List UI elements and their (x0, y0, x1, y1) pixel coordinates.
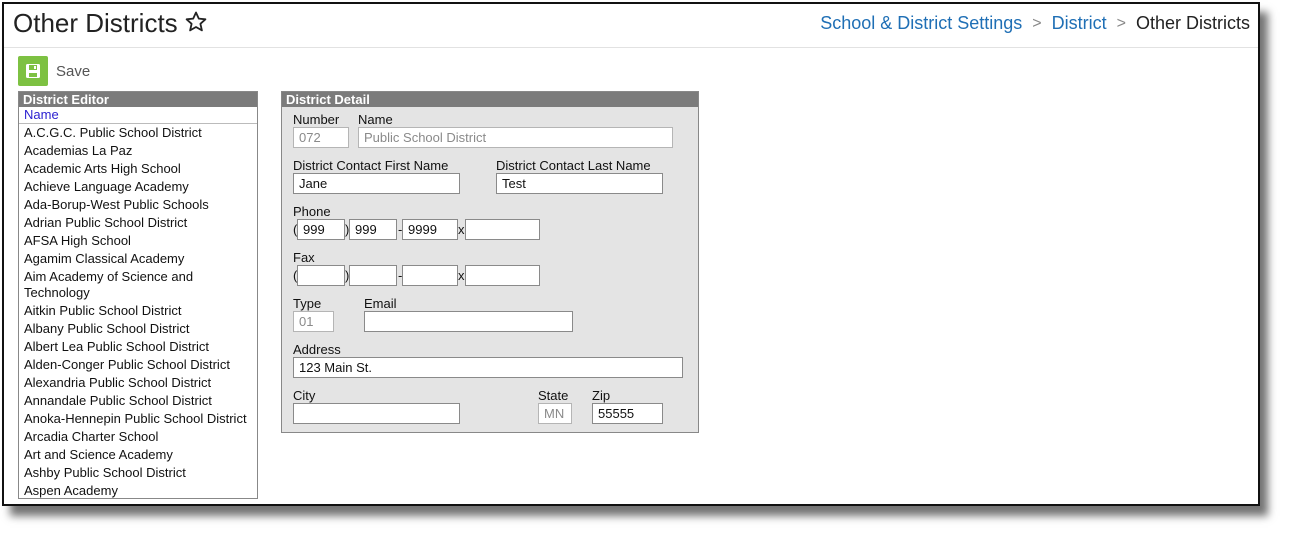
contact-first-name-label: District Contact First Name (293, 158, 449, 173)
district-editor-title: District Editor (19, 92, 257, 107)
phone-prefix-field[interactable] (349, 219, 397, 240)
fax-extension-field[interactable] (465, 265, 540, 286)
list-item[interactable]: Academias La Paz (19, 142, 257, 160)
email-field[interactable] (364, 311, 573, 332)
list-item[interactable]: Arcadia Charter School (19, 428, 257, 446)
type-label: Type (293, 296, 322, 311)
fax-prefix-field[interactable] (349, 265, 397, 286)
chevron-right-icon: > (1032, 14, 1042, 32)
page-title: Other Districts (13, 8, 178, 38)
district-detail-panel: District Detail Number Name District Con… (281, 91, 699, 433)
breadcrumb: School & District Settings > District > … (820, 13, 1250, 34)
list-item[interactable]: Art and Science Academy (19, 446, 257, 464)
fax-label: Fax (293, 250, 315, 265)
list-item[interactable]: Ada-Borup-West Public Schools (19, 196, 257, 214)
fax-area-code-field[interactable] (297, 265, 345, 286)
list-item[interactable]: Aim Academy of Science and Technology (19, 268, 204, 302)
page-header: Other Districts School & District Settin… (4, 4, 1258, 48)
list-item[interactable]: Alexandria Public School District (19, 374, 257, 392)
save-button[interactable] (18, 56, 48, 86)
state-label: State (538, 388, 569, 403)
breadcrumb-district[interactable]: District (1052, 13, 1107, 34)
state-field[interactable] (538, 403, 572, 424)
phone-area-code-field[interactable] (297, 219, 345, 240)
zip-label: Zip (592, 388, 611, 403)
district-list: A.C.G.C. Public School District Academia… (19, 124, 257, 498)
list-item[interactable]: Albany Public School District (19, 320, 257, 338)
floppy-disk-icon (26, 64, 40, 78)
city-label: City (293, 388, 316, 403)
list-item[interactable]: Academic Arts High School (19, 160, 257, 178)
name-field[interactable] (358, 127, 673, 148)
contact-last-name-field[interactable] (496, 173, 663, 194)
list-item[interactable]: Adrian Public School District (19, 214, 257, 232)
city-field[interactable] (293, 403, 460, 424)
chevron-right-icon: > (1116, 14, 1126, 32)
toolbar: Save (18, 56, 90, 86)
phone-extension-field[interactable] (465, 219, 540, 240)
district-detail-title: District Detail (282, 92, 698, 107)
contact-last-name-label: District Contact Last Name (496, 158, 651, 173)
fax-ext-x: x (458, 268, 465, 283)
list-item[interactable]: Alden-Conger Public School District (19, 356, 257, 374)
phone-line-field[interactable] (402, 219, 458, 240)
list-item[interactable]: A.C.G.C. Public School District (19, 124, 257, 142)
phone-ext-x: x (458, 222, 465, 237)
list-item[interactable]: AFSA High School (19, 232, 257, 250)
list-item[interactable]: Anoka-Hennepin Public School District (19, 410, 257, 428)
name-column-header[interactable]: Name (19, 107, 257, 124)
email-label: Email (364, 296, 397, 311)
address-field[interactable] (293, 357, 683, 378)
app-window: Other Districts School & District Settin… (2, 2, 1260, 506)
fax-line-field[interactable] (402, 265, 458, 286)
address-label: Address (293, 342, 341, 357)
breadcrumb-current: Other Districts (1135, 13, 1250, 33)
district-editor-panel: District Editor Name A.C.G.C. Public Sch… (18, 91, 258, 499)
star-icon[interactable] (184, 10, 208, 34)
number-label: Number (293, 112, 340, 127)
list-item[interactable]: Annandale Public School District (19, 392, 257, 410)
list-item[interactable]: Aitkin Public School District (19, 302, 257, 320)
breadcrumb-school-district-settings[interactable]: School & District Settings (820, 13, 1022, 34)
save-label[interactable]: Save (56, 63, 90, 80)
type-field[interactable] (293, 311, 334, 332)
name-label: Name (358, 112, 393, 127)
list-item[interactable]: Albert Lea Public School District (19, 338, 257, 356)
number-field[interactable] (293, 127, 349, 148)
zip-field[interactable] (592, 403, 663, 424)
list-item[interactable]: Achieve Language Academy (19, 178, 257, 196)
list-item[interactable]: Ashby Public School District (19, 464, 257, 482)
phone-label: Phone (293, 204, 331, 219)
contact-first-name-field[interactable] (293, 173, 460, 194)
list-item[interactable]: Aspen Academy (19, 482, 257, 498)
list-item[interactable]: Agamim Classical Academy (19, 250, 257, 268)
